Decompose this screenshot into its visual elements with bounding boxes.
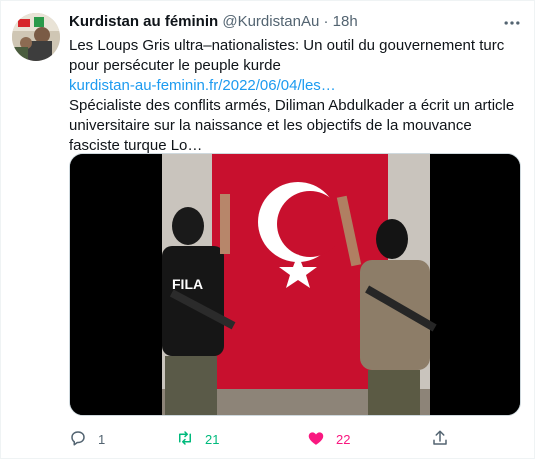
avatar[interactable] xyxy=(12,13,60,61)
like-count: 22 xyxy=(336,431,351,447)
reply-count: 1 xyxy=(98,431,106,447)
user-handle[interactable]: @KurdistanAu xyxy=(222,13,319,30)
tweet-media-video[interactable]: FILA xyxy=(69,153,521,416)
video-frame: FILA xyxy=(70,154,520,415)
share-icon xyxy=(431,429,449,450)
like-button[interactable]: 22 xyxy=(307,425,350,453)
tweet-card[interactable]: Kurdistan au féminin @KurdistanAu · 18h … xyxy=(0,0,535,459)
separator-dot: · xyxy=(323,13,329,30)
article-link[interactable]: kurdistan-au-feminin.fr/2022/06/04/les… xyxy=(69,77,336,94)
more-options-icon[interactable] xyxy=(502,13,522,33)
avatar-image xyxy=(12,13,60,61)
tweet-timestamp[interactable]: 18h xyxy=(333,13,358,30)
reply-icon xyxy=(69,429,87,450)
tweet-text-body: Spécialiste des conflits armés, Diliman … xyxy=(69,97,515,154)
retweet-icon xyxy=(176,429,194,450)
tweet-text-headline: Les Loups Gris ultra–nationalistes: Un o… xyxy=(69,37,505,74)
retweet-button[interactable]: 21 xyxy=(176,425,219,453)
tweet-header: Kurdistan au féminin @KurdistanAu · 18h xyxy=(69,12,516,32)
heart-icon xyxy=(307,429,325,450)
reply-button[interactable]: 1 xyxy=(69,425,105,453)
display-name[interactable]: Kurdistan au féminin xyxy=(69,13,218,30)
tweet-actions: 1 21 22 xyxy=(69,425,521,453)
shirt-logo: FILA xyxy=(172,276,203,292)
retweet-count: 21 xyxy=(205,431,220,447)
share-button[interactable] xyxy=(431,425,449,453)
tweet-text: Les Loups Gris ultra–nationalistes: Un o… xyxy=(69,36,519,156)
